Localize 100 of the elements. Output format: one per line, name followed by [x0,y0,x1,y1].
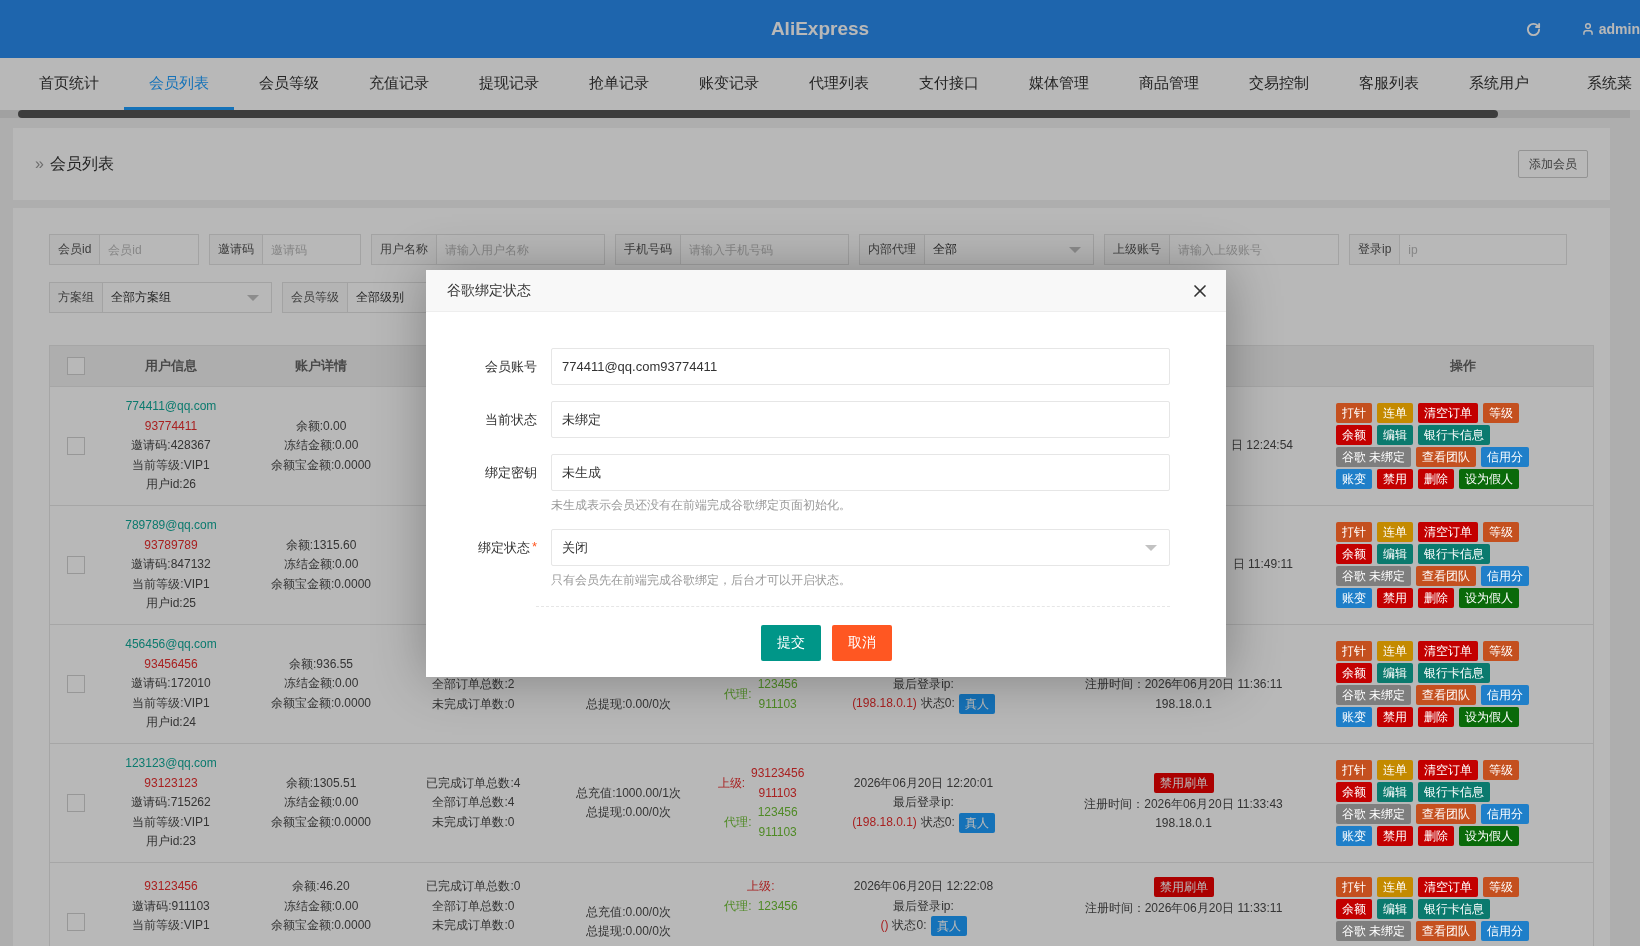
checkbox[interactable] [66,437,85,455]
action-button[interactable]: 连单 [1377,403,1413,423]
scrollbar[interactable] [0,110,1630,118]
action-button[interactable]: 禁用 [1377,707,1413,727]
action-button[interactable]: 余额 [1336,663,1372,683]
input-field[interactable]: 未生成 [551,454,1170,491]
action-button[interactable]: 等级 [1483,760,1519,780]
action-button[interactable]: 设为假人 [1459,469,1519,489]
checkbox[interactable] [66,913,85,931]
action-button[interactable]: 设为假人 [1459,588,1519,608]
action-button[interactable]: 信用分 [1481,685,1530,705]
checkbox[interactable] [66,357,85,375]
action-button[interactable]: 信用分 [1481,447,1530,467]
action-button[interactable]: 编辑 [1377,425,1413,445]
action-button[interactable]: 连单 [1377,522,1413,542]
action-button[interactable]: 清空订单 [1418,760,1478,780]
nav-tab[interactable]: 系统菜 [1554,58,1640,110]
action-button[interactable]: 余额 [1336,782,1372,802]
action-button[interactable]: 删除 [1418,826,1454,846]
filter-select[interactable]: 全部 [925,235,1093,264]
filter-field[interactable]: 方案组 全部方案组 [49,282,272,313]
action-button[interactable]: 清空订单 [1418,522,1478,542]
action-button[interactable]: 设为假人 [1459,826,1519,846]
nav-tab[interactable]: 客服列表 [1334,58,1444,110]
checkbox[interactable] [66,675,85,693]
action-button[interactable]: 连单 [1377,760,1413,780]
filter-select[interactable]: 全部方案组 [103,283,271,312]
nav-tab[interactable]: 商品管理 [1114,58,1224,110]
action-button[interactable]: 清空订单 [1418,403,1478,423]
action-button[interactable]: 连单 [1377,877,1413,897]
action-button[interactable]: 余额 [1336,899,1372,919]
action-button[interactable]: 等级 [1483,877,1519,897]
action-button[interactable]: 禁用 [1377,588,1413,608]
action-button[interactable]: 等级 [1483,641,1519,661]
action-button[interactable]: 禁用 [1377,826,1413,846]
checkbox[interactable] [66,556,85,574]
checkbox[interactable] [66,794,85,812]
filter-field[interactable]: 内部代理 全部 [859,234,1094,265]
action-button[interactable]: 打针 [1336,403,1372,423]
action-button[interactable]: 禁用 [1377,469,1413,489]
nav-tab[interactable]: 账变记录 [674,58,784,110]
submit-button[interactable]: 提交 [760,625,821,661]
nav-tab[interactable]: 首页统计 [14,58,124,110]
action-button[interactable]: 银行卡信息 [1418,899,1490,919]
action-button[interactable]: 编辑 [1377,782,1413,802]
nav-tab[interactable]: 抢单记录 [564,58,674,110]
action-button[interactable]: 谷歌 未绑定 [1336,685,1412,705]
action-button[interactable]: 账变 [1336,588,1372,608]
action-button[interactable]: 编辑 [1377,544,1413,564]
nav-tab[interactable]: 充值记录 [344,58,454,110]
action-button[interactable]: 查看团队 [1416,921,1477,941]
add-member-button[interactable]: 添加会员 [1518,150,1588,178]
action-button[interactable]: 账变 [1336,826,1372,846]
action-button[interactable]: 删除 [1418,588,1454,608]
action-button[interactable]: 信用分 [1481,566,1530,586]
nav-tab[interactable]: 支付接口 [894,58,1004,110]
select-field[interactable]: 关闭 [551,529,1170,566]
action-button[interactable]: 清空订单 [1418,877,1478,897]
action-button[interactable]: 连单 [1377,641,1413,661]
action-button[interactable]: 余额 [1336,544,1372,564]
action-button[interactable]: 打针 [1336,522,1372,542]
action-button[interactable]: 清空订单 [1418,641,1478,661]
nav-tab[interactable]: 交易控制 [1224,58,1334,110]
action-button[interactable]: 账变 [1336,469,1372,489]
action-button[interactable]: 信用分 [1481,804,1530,824]
action-button[interactable]: 删除 [1418,469,1454,489]
action-button[interactable]: 查看团队 [1416,447,1477,467]
action-button[interactable]: 打针 [1336,760,1372,780]
action-button[interactable]: 设为假人 [1459,707,1519,727]
action-button[interactable]: 谷歌 未绑定 [1336,804,1412,824]
action-button[interactable]: 银行卡信息 [1418,544,1490,564]
nav-tab[interactable]: 提现记录 [454,58,564,110]
action-button[interactable]: 查看团队 [1416,566,1477,586]
action-button[interactable]: 打针 [1336,877,1372,897]
action-button[interactable]: 谷歌 未绑定 [1336,566,1412,586]
nav-tab[interactable]: 会员等级 [234,58,344,110]
action-button[interactable]: 信用分 [1481,921,1530,941]
action-button[interactable]: 等级 [1483,522,1519,542]
action-button[interactable]: 查看团队 [1416,685,1477,705]
user-menu[interactable]: admin [1580,21,1640,37]
nav-tab[interactable]: 媒体管理 [1004,58,1114,110]
nav-tab[interactable]: 代理列表 [784,58,894,110]
action-button[interactable]: 账变 [1336,707,1372,727]
action-button[interactable]: 谷歌 未绑定 [1336,921,1412,941]
action-button[interactable]: 打针 [1336,641,1372,661]
input-field[interactable]: 未绑定 [551,401,1170,438]
action-button[interactable]: 银行卡信息 [1418,663,1490,683]
action-button[interactable]: 银行卡信息 [1418,425,1490,445]
action-button[interactable]: 等级 [1483,403,1519,423]
action-button[interactable]: 余额 [1336,425,1372,445]
action-button[interactable]: 编辑 [1377,899,1413,919]
refresh-icon[interactable] [1525,21,1541,37]
nav-tab[interactable]: 系统用户 [1444,58,1554,110]
action-button[interactable]: 删除 [1418,707,1454,727]
action-button[interactable]: 谷歌 未绑定 [1336,447,1412,467]
cancel-button[interactable]: 取消 [831,625,892,661]
action-button[interactable]: 银行卡信息 [1418,782,1490,802]
action-button[interactable]: 编辑 [1377,663,1413,683]
action-button[interactable]: 查看团队 [1416,804,1477,824]
input-field[interactable]: 774411@qq.com93774411 [551,348,1170,385]
